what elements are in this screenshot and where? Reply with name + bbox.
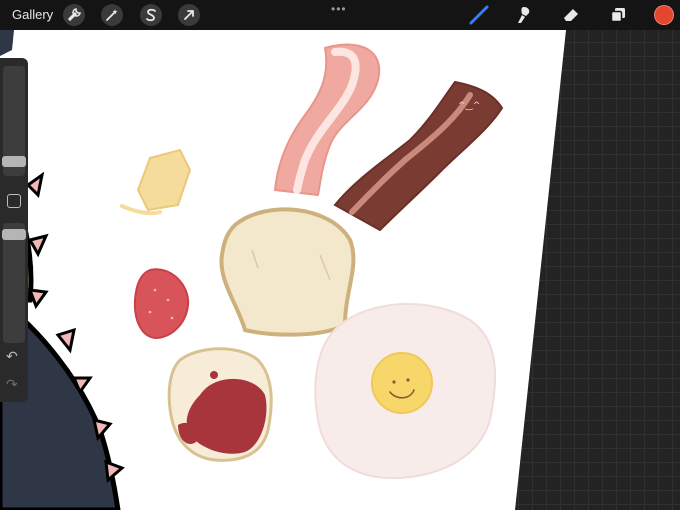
adjustments-button[interactable] (101, 4, 123, 26)
selection-button[interactable] (140, 4, 162, 26)
brush-icon (469, 5, 489, 25)
eraser-icon (564, 9, 578, 21)
more-handle[interactable]: ••• (331, 2, 347, 16)
svg-text:^‿^: ^‿^ (458, 101, 480, 111)
brush-size-knob[interactable] (2, 156, 26, 167)
smudge-tool[interactable] (513, 5, 535, 25)
smudge-icon (518, 7, 530, 23)
selection-icon (146, 8, 156, 22)
transform-button[interactable] (178, 4, 200, 26)
toast-with-jam (167, 347, 273, 462)
fried-egg (314, 302, 497, 480)
left-sidebar: ↶ ↷ (0, 58, 28, 402)
modify-button[interactable] (7, 194, 21, 208)
bread-slice (219, 207, 356, 337)
magic-wand-icon (106, 9, 118, 21)
drawing-canvas[interactable]: ^‿^ (0, 0, 680, 510)
layers-icon (610, 8, 625, 23)
redo-icon[interactable]: ↷ (6, 376, 18, 393)
eraser-tool[interactable] (560, 5, 582, 25)
wrench-icon (67, 8, 81, 22)
undo-icon[interactable]: ↶ (6, 348, 18, 365)
gallery-button[interactable]: Gallery (12, 7, 53, 22)
opacity-knob[interactable] (2, 229, 26, 240)
opacity-slider[interactable] (3, 223, 25, 343)
top-toolbar: Gallery ••• (0, 0, 680, 30)
layers-button[interactable] (607, 5, 629, 25)
actions-button[interactable] (63, 4, 85, 26)
arrow-icon (184, 10, 194, 20)
color-picker-button[interactable] (654, 5, 674, 25)
brush-tool[interactable] (468, 5, 490, 25)
